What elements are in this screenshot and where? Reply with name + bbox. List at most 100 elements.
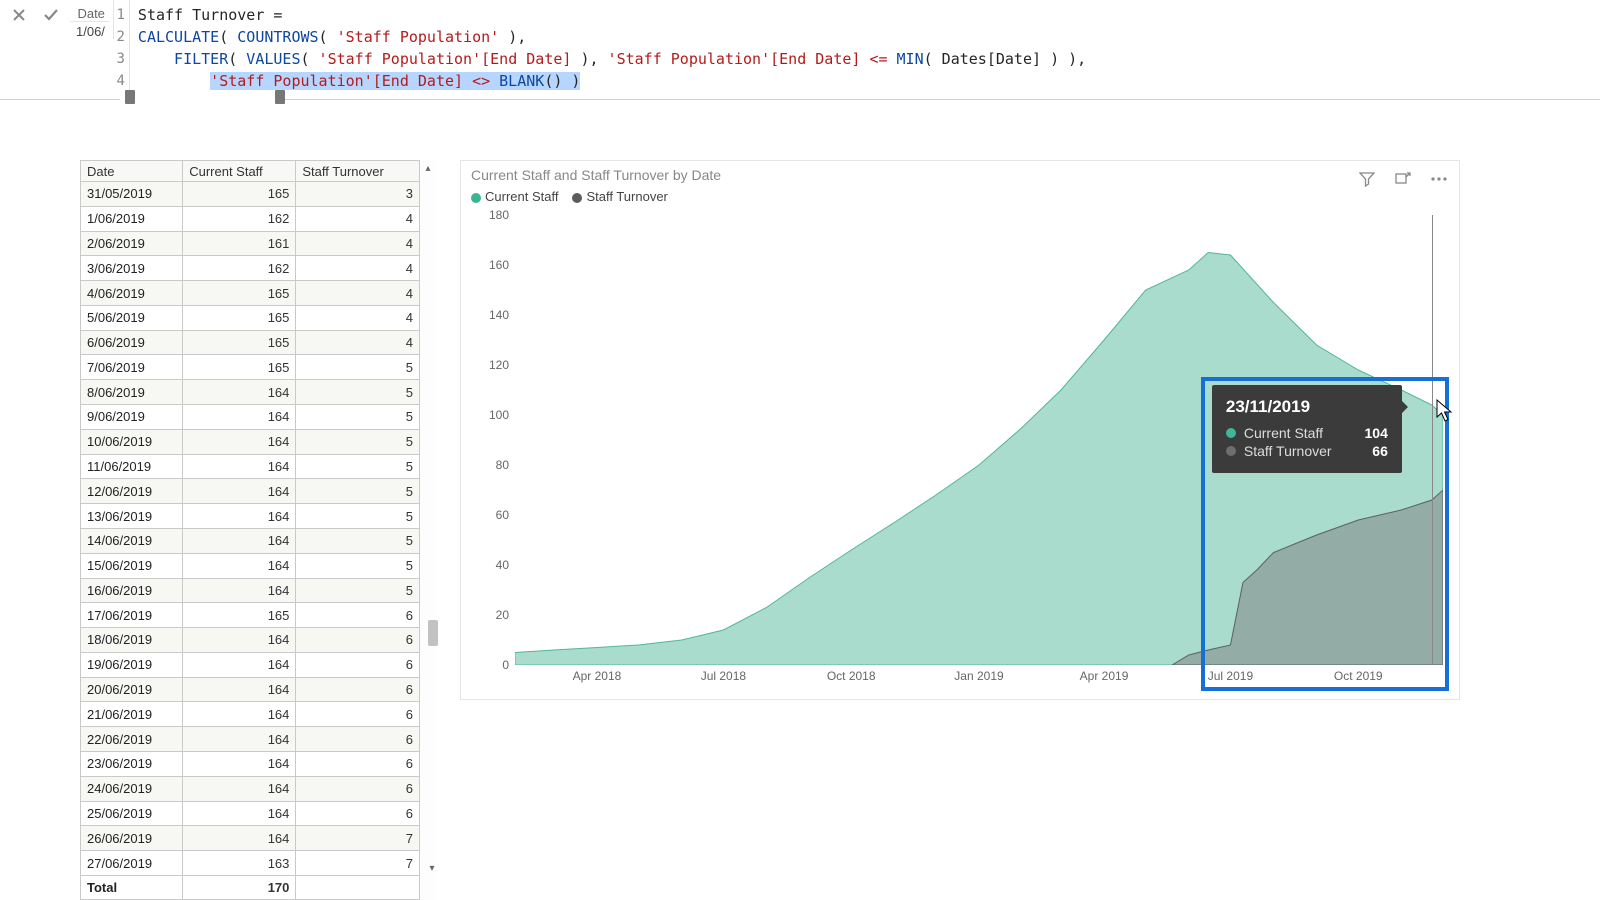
table-row[interactable]: 16/06/20191645	[81, 578, 420, 603]
table-row[interactable]: 4/06/20191654	[81, 281, 420, 306]
cell-staff-turnover: 5	[296, 405, 420, 430]
cell-current-staff: 164	[183, 652, 296, 677]
scroll-down-icon[interactable]: ▾	[424, 860, 440, 876]
cell-staff-turnover: 7	[296, 826, 420, 851]
table-row[interactable]: 5/06/20191654	[81, 305, 420, 330]
table-row[interactable]: 1/06/20191624	[81, 206, 420, 231]
table-row[interactable]: 3/06/20191624	[81, 256, 420, 281]
table-row[interactable]: 24/06/20191646	[81, 776, 420, 801]
cell-current-staff: 165	[183, 603, 296, 628]
table-row[interactable]: 23/06/20191646	[81, 751, 420, 776]
x-tick: Jan 2019	[954, 669, 1003, 683]
table-scrollbar[interactable]: ▴	[420, 160, 436, 900]
cell-current-staff: 164	[183, 751, 296, 776]
cell-staff-turnover: 6	[296, 776, 420, 801]
legend-staff-turnover[interactable]: Staff Turnover	[572, 189, 667, 204]
range-slider-handle-right[interactable]	[275, 90, 285, 104]
cell-staff-turnover: 5	[296, 454, 420, 479]
cell-current-staff: 164	[183, 677, 296, 702]
table-row[interactable]: 26/06/20191647	[81, 826, 420, 851]
cell-staff-turnover: 7	[296, 851, 420, 876]
table-row[interactable]: 8/06/20191645	[81, 380, 420, 405]
table-row[interactable]: 18/06/20191646	[81, 628, 420, 653]
table-row[interactable]: 10/06/20191645	[81, 429, 420, 454]
formula-line-gutter: 1 2 3 4	[114, 0, 130, 92]
dax-editor[interactable]: Staff Turnover = CALCULATE( COUNTROWS( '…	[130, 0, 1600, 96]
table-row[interactable]: 15/06/20191645	[81, 553, 420, 578]
cell-current-staff: 165	[183, 355, 296, 380]
table-row[interactable]: 21/06/20191646	[81, 702, 420, 727]
table-row[interactable]: 6/06/20191654	[81, 330, 420, 355]
table-row[interactable]: 12/06/20191645	[81, 479, 420, 504]
table-visual[interactable]: Date Current Staff Staff Turnover 31/05/…	[80, 160, 440, 900]
scroll-up-icon[interactable]: ▴	[420, 160, 436, 176]
x-tick: Apr 2019	[1080, 669, 1129, 683]
cell-date: 14/06/2019	[81, 528, 183, 553]
cell-date: 9/06/2019	[81, 405, 183, 430]
table-row[interactable]: 2/06/20191614	[81, 231, 420, 256]
cell-staff-turnover: 5	[296, 355, 420, 380]
y-tick: 160	[489, 258, 509, 272]
cell-current-staff: 164	[183, 504, 296, 529]
cell-staff-turnover: 6	[296, 727, 420, 752]
cell-date: 25/06/2019	[81, 801, 183, 826]
y-tick: 0	[502, 658, 509, 672]
more-options-icon[interactable]	[1429, 169, 1449, 189]
range-slider[interactable]	[120, 95, 280, 103]
col-header-current-staff[interactable]: Current Staff	[183, 161, 296, 182]
cell-date: 20/06/2019	[81, 677, 183, 702]
cell-current-staff: 164	[183, 405, 296, 430]
report-canvas: Date Current Staff Staff Turnover 31/05/…	[0, 100, 1600, 900]
table-row[interactable]: 13/06/20191645	[81, 504, 420, 529]
cell-date: 21/06/2019	[81, 702, 183, 727]
cell-date: 22/06/2019	[81, 727, 183, 752]
cell-date: 2/06/2019	[81, 231, 183, 256]
cell-staff-turnover: 4	[296, 231, 420, 256]
total-value: 170	[183, 876, 296, 900]
col-header-staff-turnover[interactable]: Staff Turnover	[296, 161, 420, 182]
chart-visual[interactable]: Current Staff and Staff Turnover by Date…	[460, 160, 1460, 700]
cell-current-staff: 164	[183, 826, 296, 851]
cell-current-staff: 165	[183, 281, 296, 306]
cell-date: 19/06/2019	[81, 652, 183, 677]
cell-date: 17/06/2019	[81, 603, 183, 628]
cell-staff-turnover: 4	[296, 206, 420, 231]
cell-current-staff: 165	[183, 182, 296, 207]
table-row[interactable]: 20/06/20191646	[81, 677, 420, 702]
focus-mode-icon[interactable]	[1393, 169, 1413, 189]
cell-staff-turnover: 4	[296, 330, 420, 355]
table-row[interactable]: 14/06/20191645	[81, 528, 420, 553]
cell-staff-turnover: 6	[296, 628, 420, 653]
table-row[interactable]: 27/06/20191637	[81, 851, 420, 876]
table-row[interactable]: 31/05/20191653	[81, 182, 420, 207]
table-row[interactable]: 7/06/20191655	[81, 355, 420, 380]
table-row[interactable]: 22/06/20191646	[81, 727, 420, 752]
cell-current-staff: 164	[183, 553, 296, 578]
annotation-highlight-box	[1201, 377, 1449, 691]
cell-current-staff: 164	[183, 727, 296, 752]
cell-staff-turnover: 4	[296, 305, 420, 330]
cell-staff-turnover: 5	[296, 528, 420, 553]
cell-staff-turnover: 5	[296, 429, 420, 454]
col-header-date[interactable]: Date	[81, 161, 183, 182]
range-slider-handle-left[interactable]	[125, 90, 135, 104]
cell-date: 4/06/2019	[81, 281, 183, 306]
scroll-thumb[interactable]	[428, 620, 438, 646]
legend-current-staff[interactable]: Current Staff	[471, 189, 558, 204]
chart-title: Current Staff and Staff Turnover by Date	[461, 161, 1459, 185]
cell-current-staff: 162	[183, 206, 296, 231]
table-row[interactable]: 9/06/20191645	[81, 405, 420, 430]
table-row[interactable]: 17/06/20191656	[81, 603, 420, 628]
filter-icon[interactable]	[1357, 169, 1377, 189]
filter-panel-edge: Date 1/06/	[70, 0, 114, 39]
commit-icon[interactable]	[40, 4, 62, 26]
table-row[interactable]: 19/06/20191646	[81, 652, 420, 677]
cell-current-staff: 164	[183, 578, 296, 603]
cell-date: 3/06/2019	[81, 256, 183, 281]
table-row[interactable]: 25/06/20191646	[81, 801, 420, 826]
cancel-icon[interactable]	[8, 4, 30, 26]
cell-staff-turnover: 4	[296, 281, 420, 306]
table-row[interactable]: 11/06/20191645	[81, 454, 420, 479]
cell-date: 12/06/2019	[81, 479, 183, 504]
total-label: Total	[81, 876, 183, 900]
